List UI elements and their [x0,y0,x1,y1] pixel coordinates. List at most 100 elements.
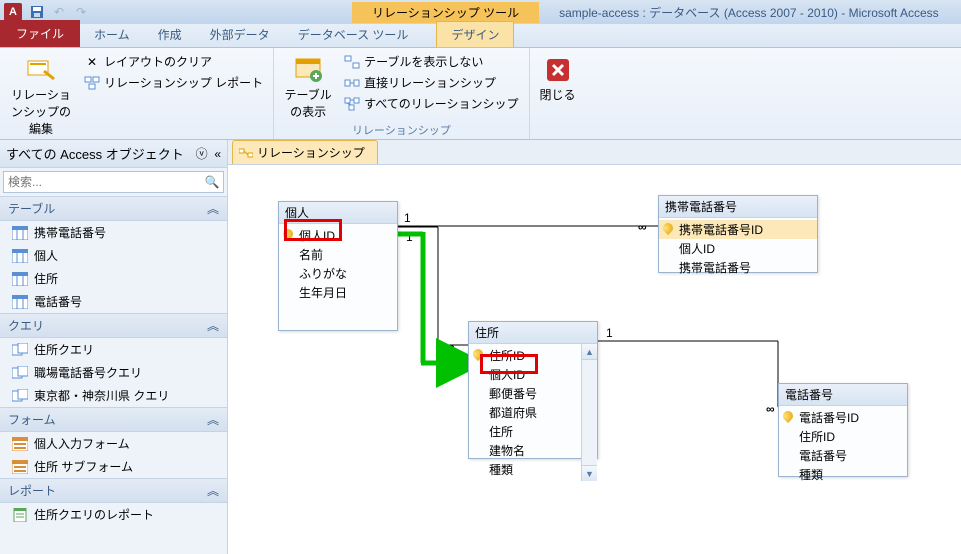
search-icon[interactable]: 🔍 [201,172,223,192]
field[interactable]: 住所ID [469,346,581,365]
field[interactable]: 住所 [469,422,581,441]
nav-item-query[interactable]: 住所クエリ [0,338,227,361]
window-title: sample-access : データベース (Access 2007 - 20… [559,4,939,21]
svg-text:∞: ∞ [446,340,455,354]
table-box-title: 住所 [469,322,597,344]
direct-relationships-label: 直接リレーションシップ [364,74,496,91]
scrollbar[interactable]: ▲▼ [581,344,597,481]
relationship-report-label: リレーションシップ レポート [104,74,263,91]
ribbon-group-relationships: テーブルの表示 テーブルを表示しない 直接リレーションシップ すべてのリレーショ… [274,48,529,139]
nav-header-title: すべての Access オブジェクト [6,144,184,163]
qat-save-icon[interactable] [27,2,47,22]
all-relationships-icon [344,96,360,112]
nav-item-form[interactable]: 個人入力フォーム [0,432,227,455]
table-box-denwa[interactable]: 電話番号 電話番号ID 住所ID 電話番号 種類 [778,383,908,477]
direct-relationships-button[interactable]: 直接リレーションシップ [340,73,522,92]
relationships-canvas[interactable]: 1 ∞ 1 ∞ 1 ∞ 個人 [228,164,961,554]
nav-item-table[interactable]: 携帯電話番号 [0,221,227,244]
nav-section-reports[interactable]: レポート︽ [0,478,227,503]
document-tab-label: リレーションシップ [257,144,365,161]
relationship-report-button[interactable]: リレーションシップ レポート [80,73,267,92]
tab-create[interactable]: 作成 [144,22,196,47]
nav-header[interactable]: すべての Access オブジェクト ⓥ « [0,140,227,168]
hide-table-label: テーブルを表示しない [364,53,483,70]
field[interactable]: 建物名 [469,441,581,460]
field[interactable]: 種類 [469,460,581,479]
app-icon: A [4,3,22,21]
relationships-group-label: リレーションシップ [280,122,522,140]
nav-section-tables[interactable]: テーブル︽ [0,196,227,221]
clear-layout-button[interactable]: ✕ レイアウトのクリア [80,52,267,71]
nav-dropdown-icon[interactable]: ⓥ « [196,145,221,162]
relationships-tab-icon [239,147,253,159]
table-box-keitai[interactable]: 携帯電話番号 携帯電話番号ID 個人ID 携帯電話番号 [658,195,818,273]
field[interactable]: 生年月日 [279,283,397,302]
svg-text:∞: ∞ [766,402,775,416]
scroll-up-icon[interactable]: ▲ [582,344,597,360]
document-tab[interactable]: リレーションシップ [232,140,378,164]
edit-relationships-label: リレーションシップの編集 [8,86,74,137]
qat-redo-icon[interactable]: ↷ [71,2,91,22]
edit-relationships-icon [25,54,57,86]
field[interactable]: 携帯電話番号 [659,258,817,277]
ribbon: リレーションシップの編集 ✕ レイアウトのクリア リレーションシップ レポート … [0,48,961,140]
field[interactable]: 個人ID [659,239,817,258]
tab-file[interactable]: ファイル [0,20,80,47]
relationships-canvas-wrap: リレーションシップ 1 ∞ 1 ∞ 1 ∞ [228,140,961,554]
collapse-icon: ︽ [207,411,219,428]
tab-dbtools[interactable]: データベース ツール [284,22,423,47]
collapse-icon: ︽ [207,317,219,334]
nav-item-query[interactable]: 東京都・神奈川県 クエリ [0,384,227,407]
ribbon-group-close: 閉じる [530,48,586,139]
nav-item-table[interactable]: 個人 [0,244,227,267]
direct-relationships-icon [344,75,360,91]
nav-item-form[interactable]: 住所 サブフォーム [0,455,227,478]
nav-section-forms[interactable]: フォーム︽ [0,407,227,432]
show-table-button[interactable]: テーブルの表示 [280,52,336,122]
ribbon-group-tools: リレーションシップの編集 ✕ レイアウトのクリア リレーションシップ レポート … [0,48,274,139]
table-box-kojin[interactable]: 個人 個人ID 名前 ふりがな 生年月日 [278,201,398,331]
tab-design[interactable]: デザイン [436,21,514,47]
close-button[interactable]: 閉じる [536,52,580,105]
field[interactable]: 都道府県 [469,403,581,422]
edit-relationships-button[interactable]: リレーションシップの編集 [6,52,76,139]
nav-item-report[interactable]: 住所クエリのレポート [0,503,227,526]
field[interactable]: ふりがな [279,264,397,283]
table-box-title: 個人 [279,202,397,224]
field[interactable]: 郵便番号 [469,384,581,403]
show-table-icon [292,54,324,86]
table-box-title: 携帯電話番号 [659,196,817,218]
all-relationships-label: すべてのリレーションシップ [364,95,518,112]
navigation-pane: すべての Access オブジェクト ⓥ « 🔍 テーブル︽ 携帯電話番号 個人… [0,140,228,554]
all-relationships-button[interactable]: すべてのリレーションシップ [340,94,522,113]
tab-external[interactable]: 外部データ [196,22,284,47]
nav-item-table[interactable]: 電話番号 [0,290,227,313]
svg-text:1: 1 [406,230,413,244]
context-tab-label: リレーションシップ ツール [352,2,539,23]
scroll-down-icon[interactable]: ▼ [582,465,597,481]
qat-undo-icon[interactable]: ↶ [49,2,69,22]
tab-home[interactable]: ホーム [80,22,144,47]
field[interactable]: 種類 [779,465,907,484]
svg-text:∞: ∞ [638,220,647,234]
collapse-icon: ︽ [207,200,219,217]
clear-layout-icon: ✕ [84,54,100,70]
field-kojin-id[interactable]: 個人ID [279,226,397,245]
table-box-jusho[interactable]: 住所 住所ID 個人ID 郵便番号 都道府県 住所 建物名 種類 ▲▼ [468,321,598,459]
field[interactable]: 名前 [279,245,397,264]
field[interactable]: 電話番号 [779,446,907,465]
field[interactable]: 住所ID [779,427,907,446]
close-icon [542,54,574,86]
field-jusho-kojinid[interactable]: 個人ID [469,365,581,384]
search-input[interactable] [4,172,201,192]
nav-item-table[interactable]: 住所 [0,267,227,290]
hide-table-button[interactable]: テーブルを表示しない [340,52,522,71]
nav-section-queries[interactable]: クエリ︽ [0,313,227,338]
clear-layout-label: レイアウトのクリア [104,53,212,70]
relationship-report-icon [84,75,100,91]
close-label: 閉じる [540,86,576,103]
nav-item-query[interactable]: 職場電話番号クエリ [0,361,227,384]
field[interactable]: 携帯電話番号ID [659,220,817,239]
field[interactable]: 電話番号ID [779,408,907,427]
nav-search: 🔍 [3,171,224,193]
